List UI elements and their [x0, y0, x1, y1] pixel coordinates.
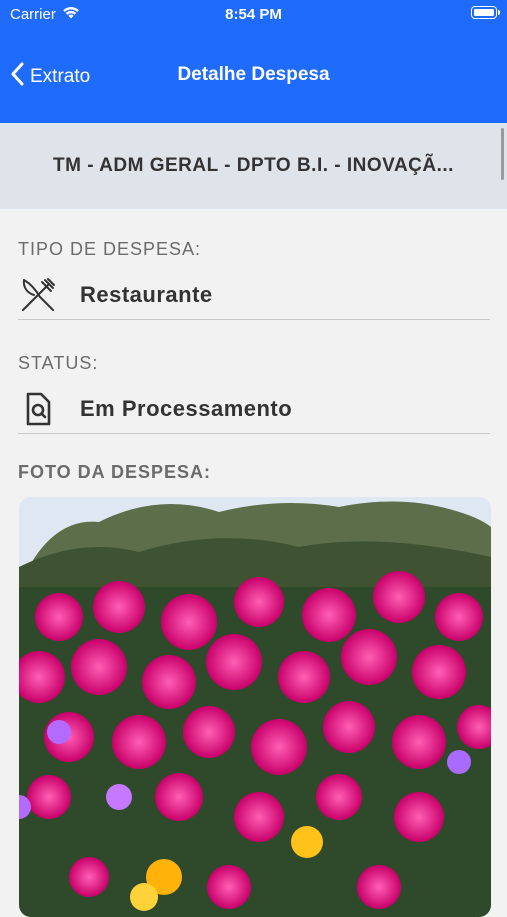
status-row: Em Processamento: [18, 385, 490, 434]
status-label: STATUS:: [18, 353, 99, 373]
company-name: TM - ADM GERAL - DPTO B.I. - INOVAÇÃ...: [53, 155, 454, 176]
status-time: 8:54 PM: [225, 6, 282, 23]
page-title: Detalhe Despesa: [177, 64, 330, 85]
scroll-indicator[interactable]: [501, 128, 504, 180]
header: Carrier 8:54 PM Extrato Detalhe Despesa: [0, 0, 507, 123]
expense-photo[interactable]: [19, 497, 491, 917]
expense-photo-label: FOTO DA DESPESA:: [18, 462, 212, 482]
navigation-bar: Extrato Detalhe Despesa: [0, 52, 507, 96]
document-search-icon: [18, 389, 58, 429]
battery-icon: [471, 6, 500, 19]
status-value: Em Processamento: [80, 396, 293, 421]
status-bar: Carrier 8:54 PM: [0, 0, 507, 28]
expense-type-value: Restaurante: [80, 282, 213, 307]
company-banner: TM - ADM GERAL - DPTO B.I. - INOVAÇÃ...: [0, 123, 507, 209]
expense-type-row: Restaurante: [18, 271, 490, 320]
fork-knife-icon: [18, 275, 58, 315]
expense-type-label: TIPO DE DESPESA:: [18, 239, 202, 259]
